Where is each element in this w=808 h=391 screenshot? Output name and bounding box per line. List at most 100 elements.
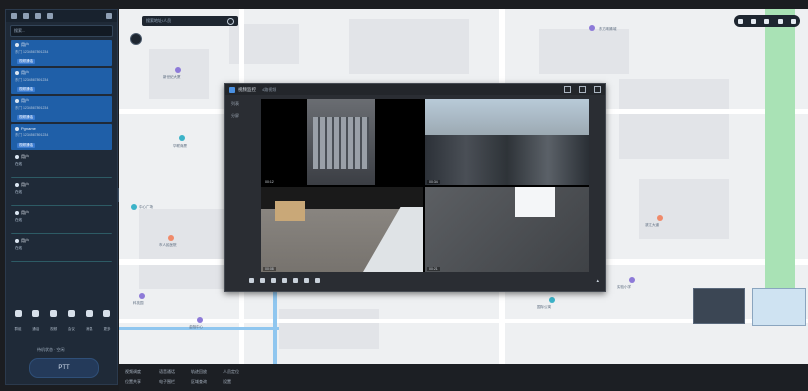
snapshot-icon[interactable] xyxy=(271,278,276,283)
map-block xyxy=(349,19,469,74)
contact-item[interactable]: 用户 在线 xyxy=(11,180,112,206)
fullscreen-icon[interactable] xyxy=(790,18,796,24)
stop-icon[interactable] xyxy=(260,278,265,283)
user-icon xyxy=(15,126,19,131)
poi-label: 实验小学 xyxy=(617,285,631,289)
bottom-item[interactable]: 区域查询 xyxy=(191,379,207,385)
poi-marker[interactable] xyxy=(197,317,203,323)
tool-message-button[interactable]: 消息 xyxy=(82,310,96,335)
map-block xyxy=(149,49,209,99)
bottom-item[interactable]: 轨迹回放 xyxy=(191,369,207,375)
list-icon[interactable] xyxy=(23,13,29,19)
phone-icon xyxy=(32,310,40,317)
group-icon xyxy=(14,310,22,317)
zoom-in-icon[interactable] xyxy=(764,18,770,24)
ptt-button[interactable]: PTT xyxy=(29,358,99,378)
expand-icon[interactable]: ▴ xyxy=(596,278,599,284)
poi-marker[interactable] xyxy=(589,25,595,31)
park-area xyxy=(765,9,795,299)
fullscreen-icon[interactable] xyxy=(315,278,320,283)
bottom-item[interactable]: 语音通话 xyxy=(159,369,175,375)
contact-name: 用户 xyxy=(21,98,29,103)
contact-sub: 东门 1234567891234 xyxy=(15,50,49,54)
contact-item[interactable]: 用户 在线 xyxy=(11,208,112,234)
video-grid: 00:12 00:34 00:08 00:21 xyxy=(261,99,589,272)
tool-call-button[interactable]: 通话 xyxy=(29,310,43,335)
video-pane[interactable]: 00:12 xyxy=(261,99,423,185)
tool-more-button[interactable]: 更多 xyxy=(100,310,114,335)
bottom-bar: 视频调度 语音通话 轨迹回放 人员定位 位置共享 电子围栏 区域查询 设置 xyxy=(119,364,808,391)
zoom-out-icon[interactable] xyxy=(777,18,783,24)
minimize-icon[interactable] xyxy=(564,86,571,93)
contact-item[interactable]: 用户 东门 1234567891234 视频通话 xyxy=(11,68,112,94)
poi-label: 华联商厦 xyxy=(173,144,187,148)
group-icon[interactable] xyxy=(47,13,53,19)
poi-label: 中心广场 xyxy=(139,205,153,209)
play-icon[interactable] xyxy=(249,278,254,283)
tool-group-button[interactable]: 群组 xyxy=(11,310,25,335)
sidebar-toolbar xyxy=(6,10,117,22)
video-timestamp: 00:12 xyxy=(263,180,276,184)
contact-item[interactable]: 用户 东门 1234567891234 视频通话 xyxy=(11,40,112,66)
contact-item[interactable]: 用户 在线 xyxy=(11,236,112,262)
video-window-header[interactable]: 视频监控 4路视频 xyxy=(225,84,605,95)
contact-item[interactable]: 用户 东门 1234567891234 视频通话 xyxy=(11,96,112,122)
contact-name: 用户 xyxy=(21,238,29,243)
poi-marker[interactable] xyxy=(629,277,635,283)
bottom-item[interactable]: 人员定位 xyxy=(223,369,239,375)
video-window[interactable]: 视频监控 4路视频 列表 分屏 00:12 00:34 00:08 00:21 … xyxy=(224,83,606,292)
video-window-subtitle: 4路视频 xyxy=(262,86,277,92)
contact-sub: 东门 1234567891234 xyxy=(15,78,49,82)
settings-icon[interactable] xyxy=(106,13,112,19)
map-toolbar xyxy=(734,15,800,27)
tool-meeting-button[interactable]: 会议 xyxy=(64,310,78,335)
measure-icon[interactable] xyxy=(751,18,757,24)
maximize-icon[interactable] xyxy=(579,86,586,93)
menu-icon[interactable] xyxy=(11,13,17,19)
grid-layout-icon[interactable] xyxy=(304,278,309,283)
map-block xyxy=(539,29,629,74)
poi-label: 科技园 xyxy=(133,301,144,305)
poi-marker[interactable] xyxy=(549,297,555,303)
bottom-item[interactable]: 视频调度 xyxy=(125,369,141,375)
video-side-item[interactable]: 分屏 xyxy=(231,113,259,119)
video-pane[interactable]: 00:21 xyxy=(425,187,589,272)
contact-item[interactable]: 用户 在线 xyxy=(11,152,112,178)
map-overview[interactable] xyxy=(752,288,806,326)
contact-sub: 在线 xyxy=(15,162,22,166)
sidebar-search-input[interactable]: 搜索... xyxy=(10,25,113,37)
poi-marker[interactable] xyxy=(657,215,663,221)
map-search-input[interactable]: 搜索地址/人员 xyxy=(142,16,238,26)
video-pane[interactable]: 00:08 xyxy=(261,187,423,272)
volume-icon[interactable] xyxy=(293,278,298,283)
compass-icon[interactable] xyxy=(130,33,142,45)
poi-label: 市人民医院 xyxy=(159,243,177,247)
user-icon xyxy=(15,238,19,243)
poi-marker[interactable] xyxy=(139,293,145,299)
video-pane[interactable]: 00:34 xyxy=(425,99,589,185)
user-icon xyxy=(15,210,19,215)
tool-video-button[interactable]: 视频 xyxy=(47,310,61,335)
status-badge: 视频通话 xyxy=(17,59,35,64)
bottom-item[interactable]: 设置 xyxy=(223,379,231,385)
video-sidebar: 列表 分屏 xyxy=(225,95,259,281)
video-side-item[interactable]: 列表 xyxy=(231,101,259,107)
poi-marker[interactable] xyxy=(168,235,174,241)
ptt-status: 待机状态 · 空闲 xyxy=(37,347,65,352)
bottom-item[interactable]: 位置共享 xyxy=(125,379,141,385)
poi-marker[interactable] xyxy=(175,67,181,73)
contact-name: 用户 xyxy=(21,70,29,75)
bottom-item[interactable]: 电子围栏 xyxy=(159,379,175,385)
close-icon[interactable] xyxy=(594,86,601,93)
app-frame: 搜索... 用户 东门 1234567891234 视频通话 用户 东门 123… xyxy=(0,0,808,391)
search-icon[interactable] xyxy=(227,17,234,25)
contact-name: 用户 xyxy=(21,182,29,187)
video-thumbnail[interactable] xyxy=(693,288,745,324)
contact-item[interactable]: Pgname 东门 1234567891234 视频通话 xyxy=(11,124,112,150)
poi-marker[interactable] xyxy=(131,204,137,210)
layers-icon[interactable] xyxy=(738,18,744,24)
poi-label: 东方明珠城 xyxy=(599,27,617,31)
poi-marker[interactable] xyxy=(179,135,185,141)
record-icon[interactable] xyxy=(282,278,287,283)
contacts-icon[interactable] xyxy=(35,13,41,19)
